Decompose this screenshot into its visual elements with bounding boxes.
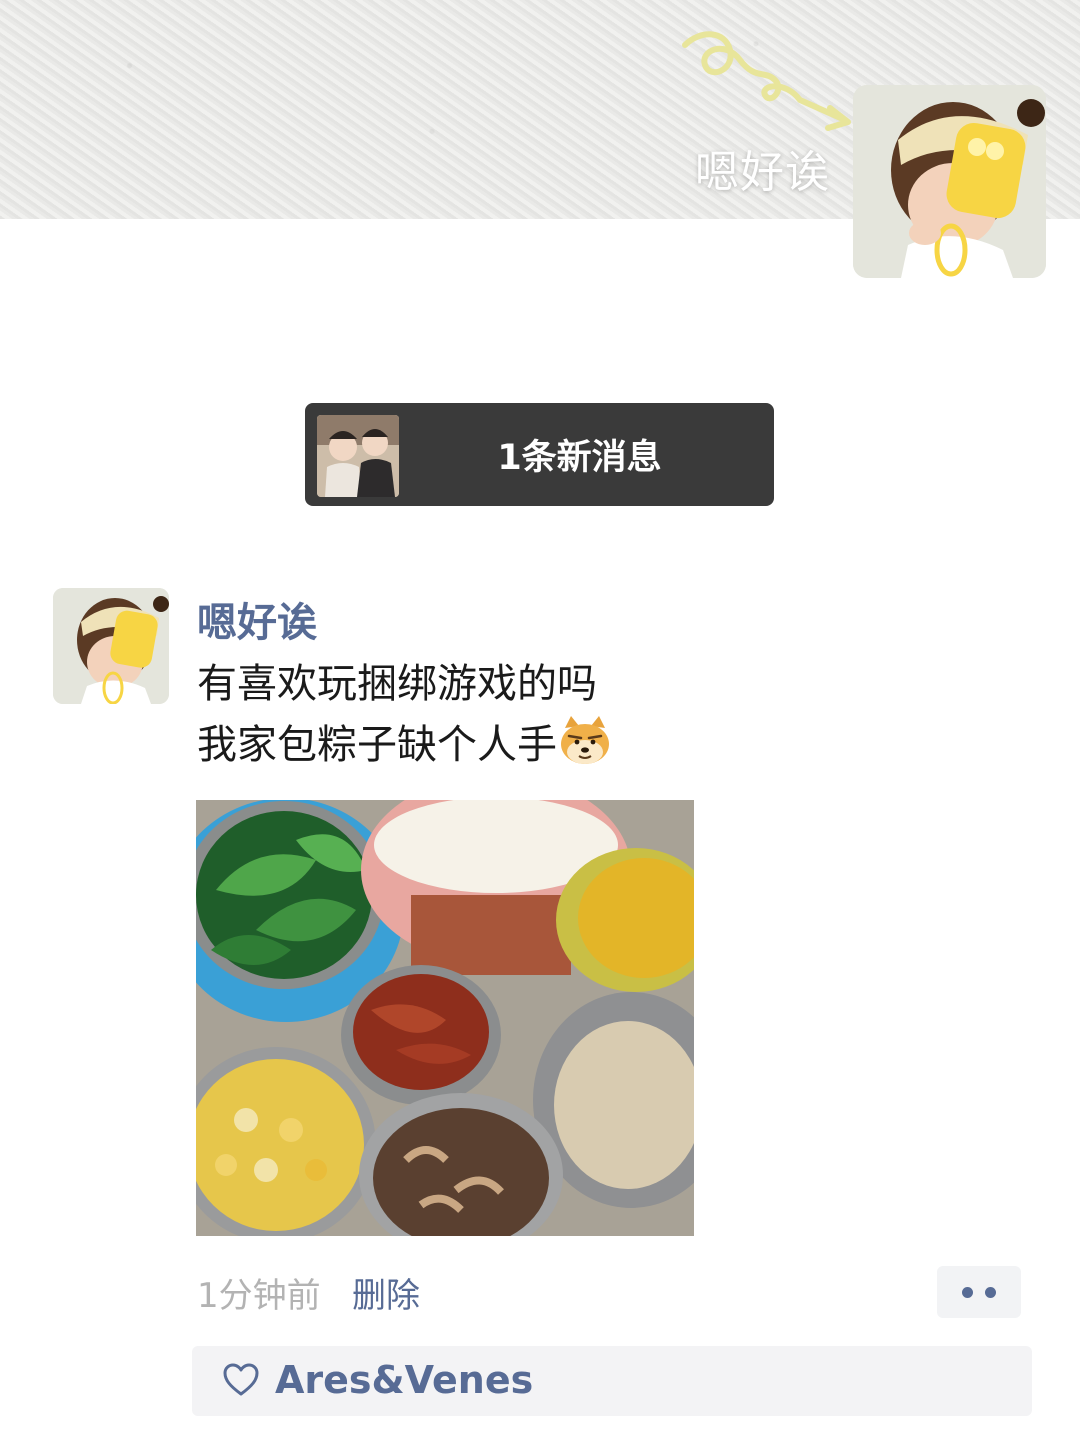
post-text-line-2: 我家包粽子缺个人手: [197, 714, 1017, 775]
girl-with-phone-avatar-image: [53, 588, 169, 704]
post-author-avatar[interactable]: [53, 588, 169, 704]
zongzi-ingredients-photo: [196, 800, 694, 1236]
post-author-name[interactable]: 嗯好诶: [197, 590, 317, 648]
doge-emoji-icon: [561, 716, 609, 764]
new-message-notification[interactable]: 1条新消息: [305, 403, 774, 506]
cover-username: 嗯好诶: [695, 147, 830, 198]
profile-avatar[interactable]: [853, 85, 1046, 278]
post-text-line-2-text: 我家包粽子缺个人手: [197, 722, 557, 768]
new-message-label: 1条新消息: [497, 438, 662, 478]
two-people-photo-image: [317, 415, 399, 497]
post-text: 有喜欢玩捆绑游戏的吗 我家包粽子缺个人手: [197, 654, 1017, 775]
more-dots-icon: [962, 1286, 973, 1298]
sender-avatar: [317, 415, 399, 497]
scribble-arrow-decoration: [682, 31, 851, 131]
like-user-name[interactable]: Ares&Venes: [275, 1358, 533, 1402]
girl-with-phone-avatar-image: [853, 85, 1046, 278]
heart-outline-icon: [223, 1363, 259, 1396]
post-text-line-1: 有喜欢玩捆绑游戏的吗: [197, 661, 597, 707]
post-photo[interactable]: [196, 800, 694, 1236]
more-actions-button[interactable]: [937, 1266, 1021, 1318]
moments-page: 嗯好诶 1条新消息 嗯好诶 有喜欢玩捆绑游戏的吗 我家包粽子缺个人手 1分钟前 …: [0, 0, 1080, 1440]
post-timestamp: 1分钟前: [197, 1276, 321, 1316]
more-dots-icon: [985, 1286, 996, 1298]
delete-link[interactable]: 删除: [352, 1268, 420, 1317]
